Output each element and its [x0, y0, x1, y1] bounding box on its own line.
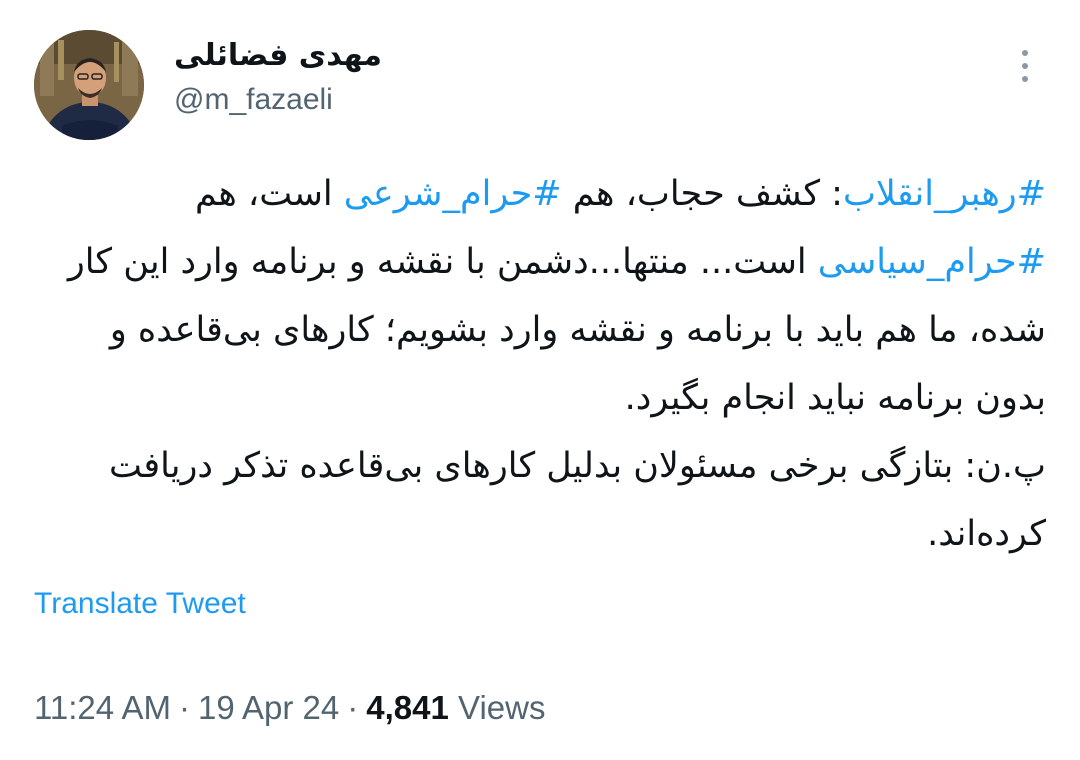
tweet-time[interactable]: 11:24 AM [34, 689, 171, 726]
hashtag-link[interactable]: #رهبر_انقلاب [843, 174, 1046, 214]
views-count[interactable]: 4,841 [366, 689, 449, 726]
author-info: مهدی فضائلی @m_fazaeli [174, 36, 574, 118]
more-vertical-icon [1022, 50, 1028, 56]
author-handle[interactable]: @m_fazaeli [174, 82, 574, 118]
meta-separator: · [178, 689, 190, 726]
tweet-date[interactable]: 19 Apr 24 [198, 689, 339, 726]
translate-tweet-link[interactable]: Translate Tweet [34, 584, 246, 624]
tweet-text: #رهبر_انقلاب: کشف حجاب، هم #حرام_شرعی اس… [34, 160, 1046, 568]
hashtag-link[interactable]: #حرام_شرعی [344, 174, 562, 214]
hashtag-link[interactable]: #حرام_سیاسی [818, 242, 1046, 282]
tweet-paragraph: #رهبر_انقلاب: کشف حجاب، هم #حرام_شرعی اس… [34, 160, 1046, 432]
more-vertical-icon-dot [1022, 76, 1028, 82]
views-label: Views [458, 689, 546, 726]
tweet-paragraph: پ.ن: بتازگی برخی مسئولان بدلیل کارهای بی… [109, 446, 1046, 554]
author-display-name[interactable]: مهدی فضائلی [174, 36, 574, 76]
tweet-card: مهدی فضائلی @m_fazaeli #رهبر_انقلاب: کشف… [0, 0, 1080, 760]
more-options-button[interactable] [1008, 46, 1042, 86]
more-vertical-icon-dot [1022, 63, 1028, 69]
tweet-meta: 11:24 AM · 19 Apr 24 · 4,841 Views [34, 686, 545, 730]
person-avatar-icon [34, 30, 144, 140]
tweet-text-segment: است، هم [195, 174, 344, 214]
meta-separator: · [347, 689, 359, 726]
tweet-text-segment: : کشف حجاب، هم [561, 174, 843, 214]
avatar[interactable] [34, 30, 144, 140]
